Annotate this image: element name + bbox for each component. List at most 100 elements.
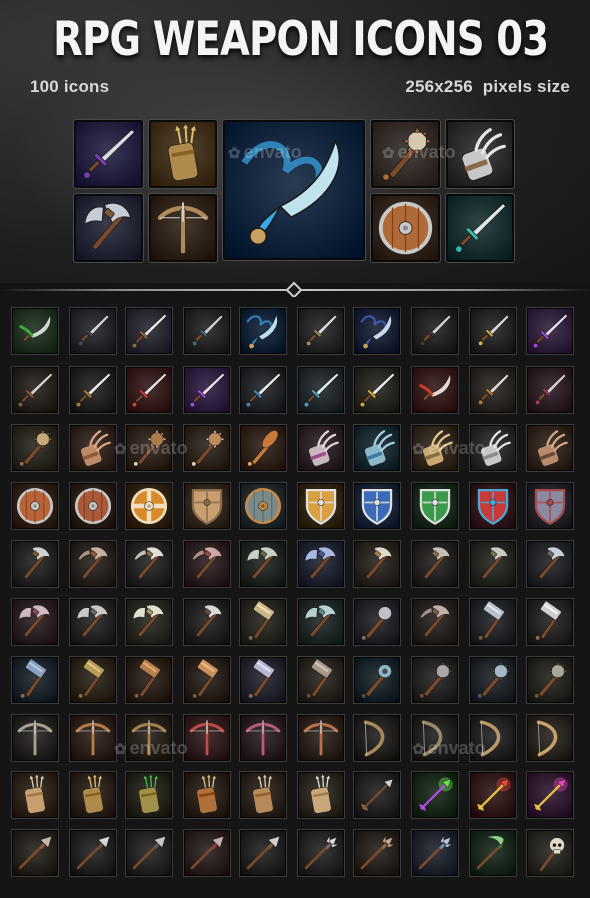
trident-icon <box>299 831 343 875</box>
arrow-quiver-icon <box>127 773 171 817</box>
crossbow-icon <box>185 716 229 760</box>
hammer-icon <box>528 600 572 644</box>
spear-icon <box>71 831 115 875</box>
icon-tile <box>411 771 459 819</box>
pickaxe-icon <box>127 542 171 586</box>
arrow-icon <box>355 773 399 817</box>
gauntlet-claw-icon <box>471 426 515 470</box>
gauntlet-claw-icon <box>448 122 512 186</box>
icon-tile <box>69 540 117 588</box>
icon-tile <box>239 366 287 414</box>
axe-icon <box>528 542 572 586</box>
icon-tile <box>526 540 574 588</box>
hammer-icon <box>185 658 229 702</box>
icon-tile <box>353 307 401 355</box>
icon-tile <box>11 771 59 819</box>
artwork-canvas: RPG WEAPON ICONS 03 100 icons 256x256 pi… <box>0 0 590 898</box>
hammer-icon <box>471 600 515 644</box>
hammer-icon <box>299 658 343 702</box>
magic-arrow-icon <box>413 773 457 817</box>
axe-icon <box>13 542 57 586</box>
heater-shield-icon <box>299 484 343 528</box>
icon-tile <box>469 366 517 414</box>
icon-tile <box>411 714 459 762</box>
hammer-icon <box>127 658 171 702</box>
icon-tile <box>526 714 574 762</box>
kite-shield-icon <box>185 484 229 528</box>
magic-arrow-icon <box>528 773 572 817</box>
battle-axe-icon <box>299 542 343 586</box>
battle-axe-icon <box>13 600 57 644</box>
icon-tile <box>239 829 287 877</box>
featured-tile-large <box>222 119 366 261</box>
hammer-icon <box>241 600 285 644</box>
icon-tile <box>183 307 231 355</box>
battle-axe-icon <box>299 600 343 644</box>
gauntlet-claw-icon <box>355 426 399 470</box>
icon-tile <box>183 424 231 472</box>
arrow-quiver-icon <box>241 773 285 817</box>
icon-tile <box>411 482 459 530</box>
icon-tile <box>125 366 173 414</box>
blue-flame-scimitar-icon <box>225 122 363 258</box>
red-scimitar-icon <box>413 368 457 412</box>
icon-tile <box>183 598 231 646</box>
icon-tile <box>239 307 287 355</box>
spear-icon <box>127 831 171 875</box>
spiked-club-icon <box>127 426 171 470</box>
icon-tile <box>526 366 574 414</box>
axe-icon <box>185 600 229 644</box>
purple-sword-icon <box>185 368 229 412</box>
icon-tile <box>69 656 117 704</box>
battle-axe-icon <box>71 600 115 644</box>
icon-tile <box>11 482 59 530</box>
arrow-quiver-icon <box>151 122 215 186</box>
spear-icon <box>241 831 285 875</box>
icon-tile <box>353 714 401 762</box>
gauntlet-claw-icon <box>528 426 572 470</box>
icon-tile <box>69 598 117 646</box>
icon-tile <box>183 366 231 414</box>
icon-tile <box>297 829 345 877</box>
icon-tile <box>469 307 517 355</box>
blue-flame-dagger-icon <box>241 309 285 353</box>
dagger-icon <box>299 309 343 353</box>
crossbow-icon <box>241 716 285 760</box>
icon-tile <box>297 424 345 472</box>
skull-staff-icon <box>528 831 572 875</box>
icon-tile <box>125 598 173 646</box>
icon-tile <box>469 656 517 704</box>
icon-tile <box>183 771 231 819</box>
icon-tile <box>239 714 287 762</box>
battle-axe-icon <box>127 600 171 644</box>
icon-tile <box>183 482 231 530</box>
bow-icon <box>355 716 399 760</box>
icon-tile <box>183 656 231 704</box>
pickaxe-icon <box>413 600 457 644</box>
spiked-mace-icon <box>528 658 572 702</box>
crossbow-icon <box>127 716 171 760</box>
icon-tile <box>125 714 173 762</box>
icon-tile <box>69 482 117 530</box>
hammer-icon <box>13 658 57 702</box>
icon-tile <box>239 656 287 704</box>
mace-icon <box>355 600 399 644</box>
icon-tile <box>411 540 459 588</box>
icon-tile <box>239 771 287 819</box>
icon-tile <box>469 598 517 646</box>
icon-tile <box>125 307 173 355</box>
short-sword-icon <box>13 368 57 412</box>
dagger-icon <box>528 368 572 412</box>
icon-tile <box>353 424 401 472</box>
crossbow-icon <box>71 716 115 760</box>
wooden-shield-icon <box>373 196 438 260</box>
red-sword-icon <box>127 368 171 412</box>
spiked-mace-icon <box>413 658 457 702</box>
icon-tile <box>411 829 459 877</box>
icon-tile <box>125 424 173 472</box>
icon-tile <box>353 771 401 819</box>
icon-tile <box>526 656 574 704</box>
spiked-club-icon <box>185 426 229 470</box>
axe-icon <box>471 542 515 586</box>
teal-sword-icon <box>448 196 512 260</box>
